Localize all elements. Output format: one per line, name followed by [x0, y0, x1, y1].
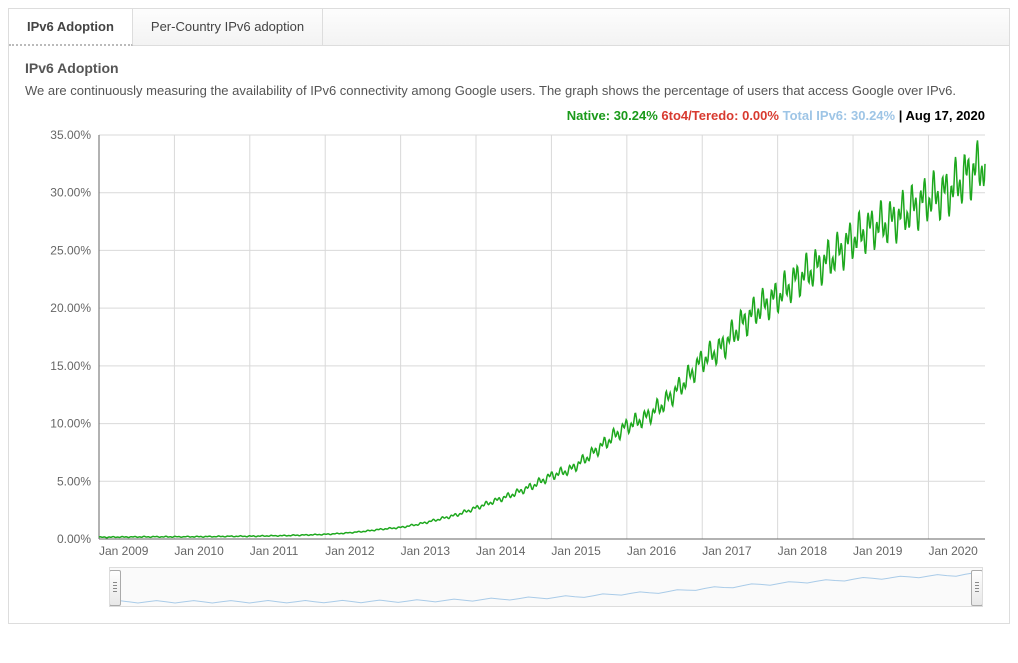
svg-text:35.00%: 35.00% [50, 128, 91, 142]
legend-native-value: 30.24% [614, 108, 658, 123]
range-slider-preview [110, 568, 983, 604]
svg-text:Jan 2017: Jan 2017 [702, 544, 752, 558]
chart-legend: Native: 30.24% 6to4/Teredo: 0.00% Total … [25, 108, 993, 123]
svg-text:Jan 2020: Jan 2020 [928, 544, 978, 558]
svg-text:Jan 2019: Jan 2019 [853, 544, 903, 558]
svg-text:Jan 2016: Jan 2016 [627, 544, 677, 558]
tab-content: IPv6 Adoption We are continuously measur… [9, 46, 1009, 623]
legend-teredo-value: 0.00% [742, 108, 779, 123]
tab-bar: IPv6 Adoption Per-Country IPv6 adoption [9, 9, 1009, 46]
legend-total: Total IPv6: 30.24% [783, 108, 899, 123]
svg-text:25.00%: 25.00% [50, 244, 91, 258]
legend-native: Native: 30.24% [567, 108, 662, 123]
tab-ipv6-adoption[interactable]: IPv6 Adoption [9, 9, 133, 46]
range-slider-handle-right[interactable] [971, 570, 983, 606]
section-title: IPv6 Adoption [25, 60, 993, 76]
legend-native-label: Native: [567, 108, 610, 123]
chart-area[interactable]: 0.00% 5.00% 10.00% 15.00% 20.00% 25.00% 30.00%… [25, 125, 995, 565]
legend-total-label: Total IPv6: [783, 108, 848, 123]
svg-text:Jan 2009: Jan 2009 [99, 544, 149, 558]
legend-teredo-label: 6to4/Teredo: [661, 108, 738, 123]
svg-text:20.00%: 20.00% [50, 301, 91, 315]
svg-text:15.00%: 15.00% [50, 359, 91, 373]
range-slider[interactable] [109, 567, 983, 607]
svg-text:Jan 2012: Jan 2012 [325, 544, 375, 558]
svg-text:30.00%: 30.00% [50, 186, 91, 200]
section-description: We are continuously measuring the availa… [25, 82, 993, 100]
svg-text:0.00%: 0.00% [57, 532, 91, 546]
legend-total-value: 30.24% [851, 108, 895, 123]
tab-per-country[interactable]: Per-Country IPv6 adoption [133, 9, 323, 45]
range-slider-handle-left[interactable] [109, 570, 121, 606]
line-chart[interactable]: 0.00% 5.00% 10.00% 15.00% 20.00% 25.00% 30.00%… [25, 125, 995, 565]
legend-teredo: 6to4/Teredo: 0.00% [661, 108, 782, 123]
svg-text:Jan 2013: Jan 2013 [401, 544, 451, 558]
svg-text:Jan 2014: Jan 2014 [476, 544, 526, 558]
svg-text:Jan 2018: Jan 2018 [778, 544, 828, 558]
chart-card: IPv6 Adoption Per-Country IPv6 adoption … [8, 8, 1010, 624]
svg-text:Jan 2015: Jan 2015 [551, 544, 601, 558]
svg-text:10.00%: 10.00% [50, 417, 91, 431]
svg-text:5.00%: 5.00% [57, 474, 91, 488]
legend-date: | Aug 17, 2020 [899, 108, 985, 123]
svg-text:Jan 2010: Jan 2010 [174, 544, 224, 558]
svg-text:Jan 2011: Jan 2011 [250, 544, 299, 558]
